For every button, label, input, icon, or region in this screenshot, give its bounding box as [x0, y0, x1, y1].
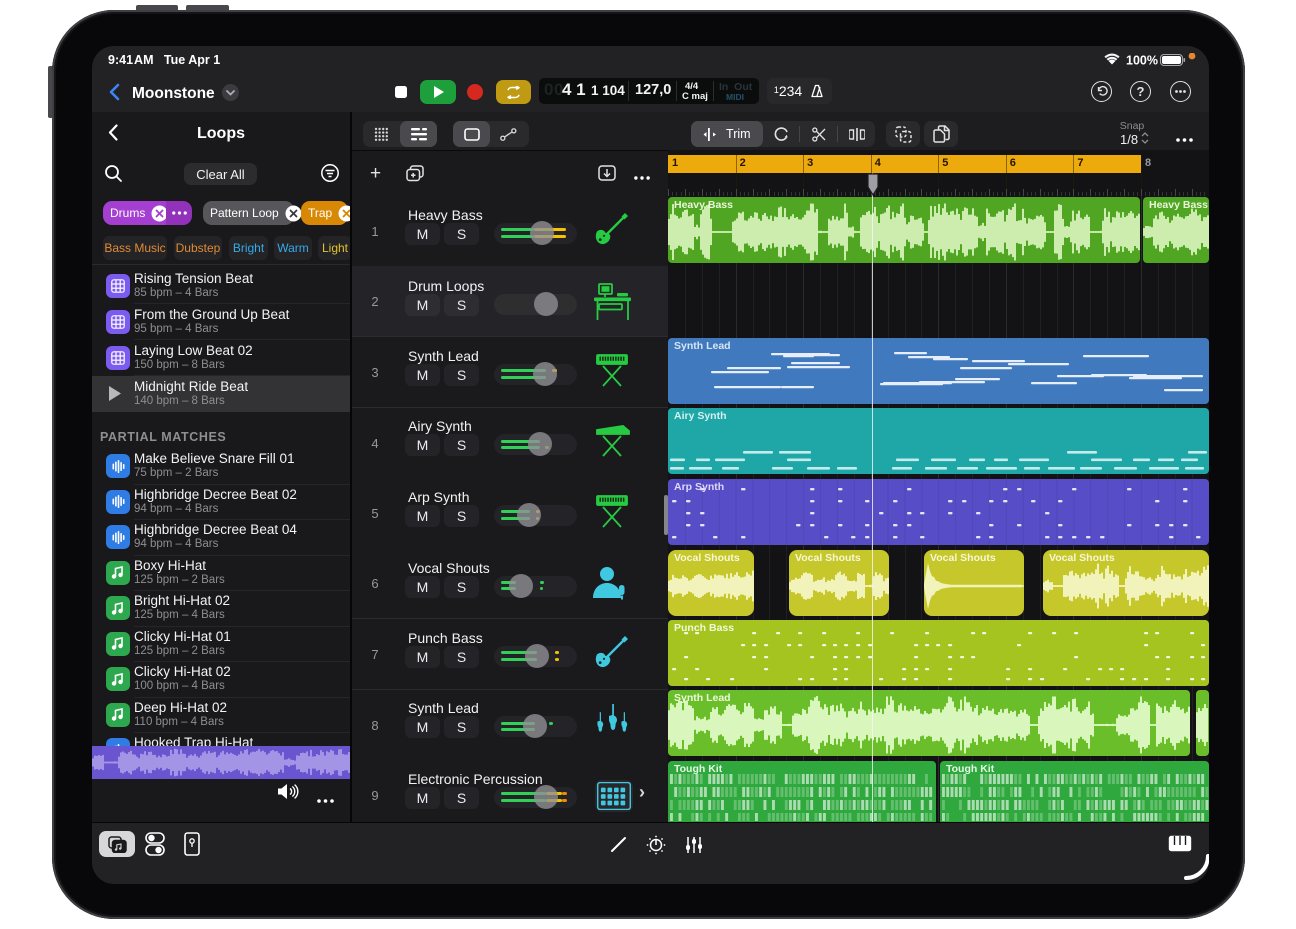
svg-text:100%: 100% [1126, 54, 1158, 68]
